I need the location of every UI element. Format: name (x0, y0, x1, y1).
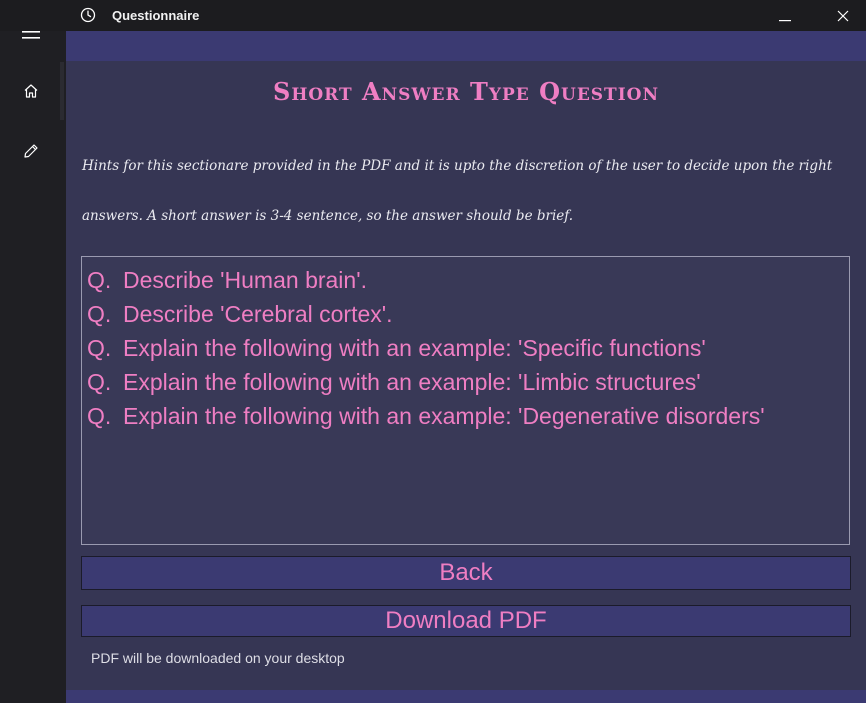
hint-text: Hints for this sectionare provided in th… (82, 141, 866, 241)
question-item: Q. Explain the following with an example:… (87, 331, 849, 365)
sidebar (0, 0, 66, 703)
question-prefix: Q. (87, 403, 112, 429)
home-icon (24, 84, 38, 98)
download-note: PDF will be downloaded on your desktop (91, 650, 345, 666)
question-text: Describe 'Human brain'. (123, 267, 367, 293)
minimize-button[interactable] (762, 0, 808, 31)
main-content: Short Answer Type Question Hints for thi… (66, 31, 866, 703)
download-pdf-button[interactable]: Download PDF (81, 605, 851, 637)
footer-band (66, 690, 866, 703)
question-text: Explain the following with an example: '… (123, 335, 706, 361)
question-list[interactable]: Q. Describe 'Human brain'. Q. Describe 'Ce… (81, 256, 850, 545)
minimize-icon (779, 19, 791, 21)
sidebar-item-home[interactable] (0, 71, 62, 111)
question-text: Explain the following with an example: '… (123, 369, 701, 395)
question-text: Explain the following with an example: '… (123, 403, 765, 429)
question-item: Q. Explain the following with an example:… (87, 399, 849, 433)
hint-line: Hints for this sectionare provided in th… (82, 158, 833, 174)
back-button[interactable]: Back (81, 556, 851, 590)
header-band (66, 31, 866, 61)
question-text: Describe 'Cerebral cortex'. (123, 301, 393, 327)
question-item: Q. Explain the following with an example:… (87, 365, 849, 399)
title-bar: Questionnaire (0, 0, 866, 31)
close-icon (837, 10, 849, 21)
question-prefix: Q. (87, 267, 112, 293)
question-item: Q. Describe 'Cerebral cortex'. (87, 297, 849, 331)
sidebar-item-edit[interactable] (0, 131, 62, 171)
clock-icon (80, 7, 96, 23)
question-item: Q. Describe 'Human brain'. (87, 263, 849, 297)
close-button[interactable] (820, 0, 866, 31)
pencil-icon (24, 144, 38, 158)
question-prefix: Q. (87, 335, 112, 361)
hint-line: answers. A short answer is 3-4 sentence,… (82, 208, 574, 224)
window-title: Questionnaire (112, 8, 200, 23)
question-prefix: Q. (87, 301, 112, 327)
app-window: Questionnaire Short Answer Type Question… (0, 0, 866, 703)
question-prefix: Q. (87, 369, 112, 395)
page-title: Short Answer Type Question (272, 77, 659, 106)
